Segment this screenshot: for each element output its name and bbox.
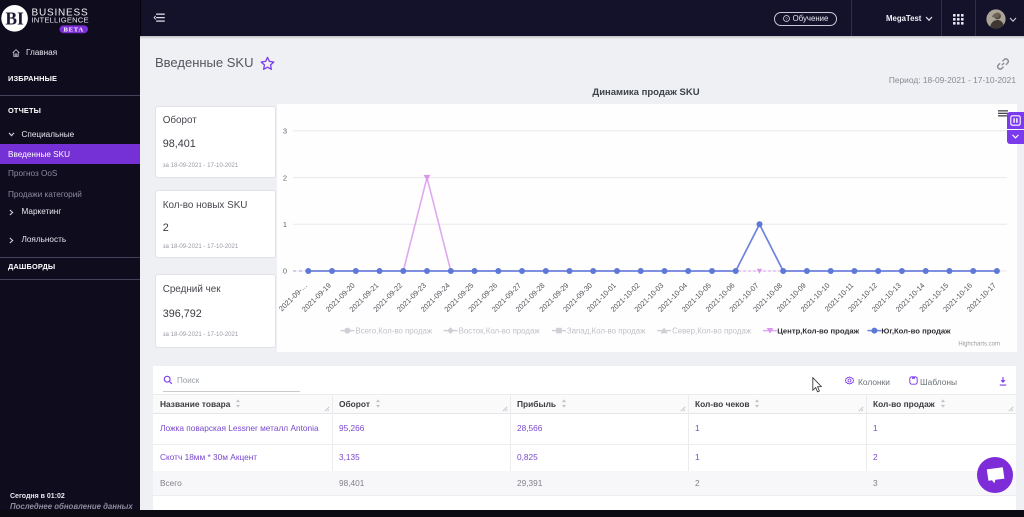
svg-text:BI: BI: [5, 8, 24, 28]
svg-text:Всего,Кол-во продаж: Всего,Кол-во продаж: [355, 327, 432, 336]
svg-text:1: 1: [283, 220, 287, 229]
svg-text:3: 3: [283, 127, 287, 136]
svg-text:Запад,Кол-во продаж: Запад,Кол-во продаж: [567, 327, 646, 336]
svg-text:INTELLIGENCE: INTELLIGENCE: [32, 15, 89, 24]
svg-text:BETA: BETA: [64, 27, 84, 34]
svg-text:?: ?: [785, 17, 788, 22]
svg-text:2: 2: [283, 173, 287, 182]
svg-text:Юг,Кол-во продаж: Юг,Кол-во продаж: [881, 327, 951, 336]
svg-text:Highcharts.com: Highcharts.com: [958, 342, 1000, 348]
svg-text:0: 0: [283, 267, 287, 276]
svg-text:Север,Кол-во продаж: Север,Кол-во продаж: [672, 327, 752, 336]
svg-text:Восток,Кол-во продаж: Восток,Кол-во продаж: [459, 327, 541, 336]
svg-text:Центр,Кол-во продаж: Центр,Кол-во продаж: [777, 327, 859, 336]
